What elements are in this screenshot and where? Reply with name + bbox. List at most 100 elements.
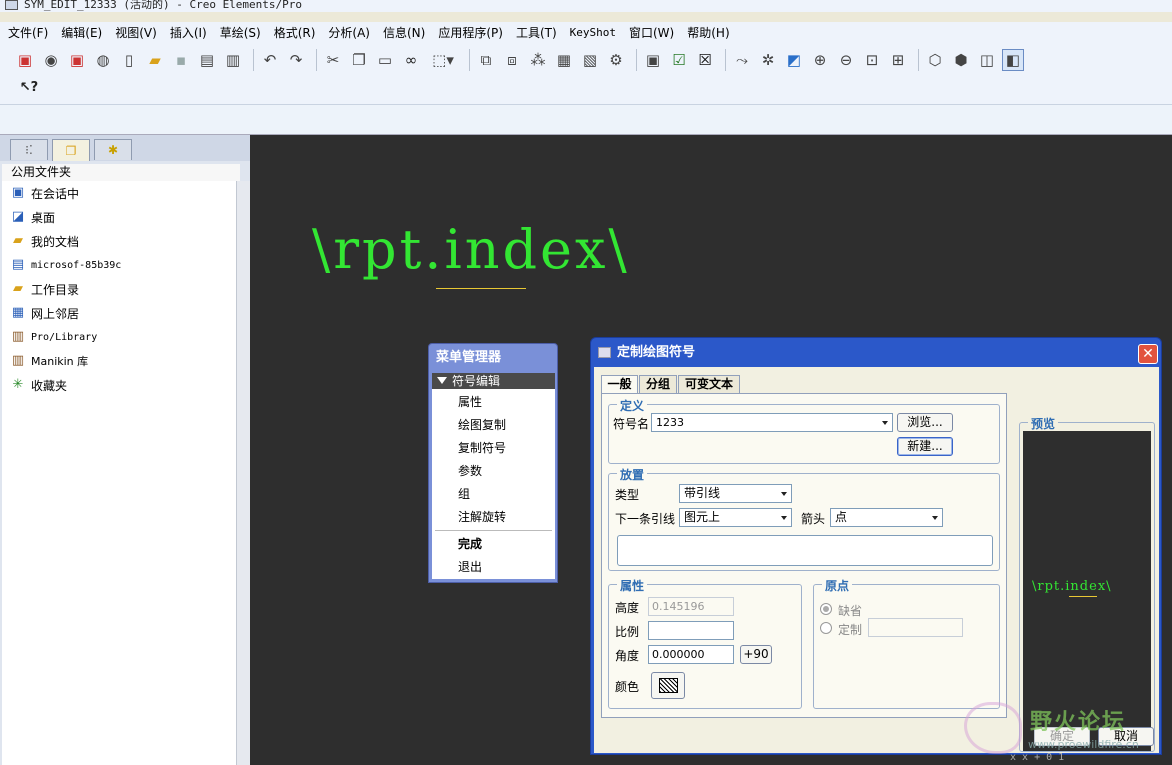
menu-insert[interactable]: 插入(I) (170, 24, 207, 41)
custom-origin-field[interactable] (868, 618, 963, 637)
binoculars-icon[interactable]: ∞ (400, 49, 422, 71)
submenu-symbol-edit[interactable]: 符号编辑 (432, 373, 555, 389)
menu-item-parameters[interactable]: 参数 (458, 462, 482, 479)
open-icon[interactable]: ◉ (40, 49, 62, 71)
cut-icon[interactable]: ✂ (322, 49, 344, 71)
symbol-name-select[interactable]: 1233 (651, 413, 893, 432)
param-icon[interactable]: ▧ (579, 49, 601, 71)
arrow-value: 点 (835, 510, 848, 524)
folder-browser-tab[interactable]: ❐ (52, 139, 90, 161)
folder-item-in-session[interactable]: ▣ 在会话中 (10, 183, 79, 203)
plus90-button[interactable]: +90 (740, 645, 772, 664)
folder-item-label: 网上邻居 (31, 306, 80, 321)
tab-variable-text[interactable]: 可变文本 (678, 375, 740, 393)
zoom-in-icon[interactable]: ⊕ (809, 49, 831, 71)
paste-icon[interactable]: ▭ (374, 49, 396, 71)
new-drawing-icon[interactable]: ▣ (14, 49, 36, 71)
menu-applications[interactable]: 应用程序(P) (438, 24, 503, 41)
menu-info[interactable]: 信息(N) (383, 24, 425, 41)
menu-help[interactable]: 帮助(H) (687, 24, 729, 41)
wireframe-icon[interactable]: ⬡ (924, 49, 946, 71)
menu-window[interactable]: 窗口(W) (629, 24, 674, 41)
zoom-out-icon[interactable]: ⊖ (835, 49, 857, 71)
model-tree-tab[interactable]: ⁝⁚ (10, 139, 48, 160)
sketch-icon[interactable]: ⤳ (731, 49, 753, 71)
folder-item-computer[interactable]: ▤ microsof-85b39c (10, 255, 121, 275)
whats-this-icon[interactable]: ↖? (18, 76, 40, 98)
window-icon[interactable]: ▣ (642, 49, 664, 71)
computer-icon: ▤ (11, 257, 25, 272)
folder-item-favorites[interactable]: ✳ 收藏夹 (10, 375, 67, 395)
layer-icon[interactable]: ▦ (553, 49, 575, 71)
undo-icon[interactable]: ↶ (259, 49, 281, 71)
type-select[interactable]: 带引线 (679, 484, 792, 503)
arrow-select[interactable]: 点 (830, 508, 943, 527)
menu-file[interactable]: 文件(F) (8, 24, 48, 41)
new-file-icon[interactable]: ▯ (118, 49, 140, 71)
symbol-name-value: 1233 (656, 416, 684, 429)
menu-edit[interactable]: 编辑(E) (61, 24, 102, 41)
save-icon[interactable]: ▣ (66, 49, 88, 71)
height-field[interactable]: 0.145196 (648, 597, 734, 616)
angle-field[interactable]: 0.000000 (648, 645, 734, 664)
menu-item-attributes[interactable]: 属性 (458, 393, 482, 410)
repaint-icon[interactable]: ◩ (783, 49, 805, 71)
menu-item-done[interactable]: 完成 (458, 535, 482, 552)
custom-origin-radio[interactable] (820, 622, 832, 634)
work-dir-icon: ▰ (13, 281, 23, 296)
save-copy-icon[interactable]: ▤ (196, 49, 218, 71)
tab-grouping[interactable]: 分组 (639, 375, 677, 393)
menu-item-drawing-copy[interactable]: 绘图复制 (458, 416, 506, 433)
menu-item-note-rotate[interactable]: 注解旋转 (458, 508, 506, 525)
angle-label: 角度 (615, 649, 640, 663)
folder-item-work-dir[interactable]: ▰ 工作目录 (10, 279, 79, 299)
menu-item-quit[interactable]: 退出 (458, 558, 482, 575)
feature-icon[interactable]: ⧉ (475, 49, 497, 71)
activate-icon[interactable]: ☑ (668, 49, 690, 71)
orient-icon[interactable]: ⊞ (887, 49, 909, 71)
next-leader-select[interactable]: 图元上 (679, 508, 792, 527)
browse-button[interactable]: 浏览... (897, 413, 953, 432)
scale-field[interactable] (648, 621, 734, 640)
folder-item-network[interactable]: ▦ 网上邻居 (10, 303, 79, 323)
menu-item-group[interactable]: 组 (458, 485, 470, 502)
save-disk-icon[interactable]: ▪ (170, 49, 192, 71)
menu-sketch[interactable]: 草绘(S) (220, 24, 261, 41)
hidden-line-icon[interactable]: ⬢ (950, 49, 972, 71)
menu-tools[interactable]: 工具(T) (516, 24, 557, 41)
printer-icon[interactable]: ▥ (222, 49, 244, 71)
select-box-icon[interactable]: ⬚▾ (426, 49, 460, 71)
menu-keyshot[interactable]: KeyShot (570, 26, 616, 39)
folder-item-desktop[interactable]: ◪ 桌面 (10, 207, 55, 227)
relations-icon[interactable]: ⚙ (605, 49, 627, 71)
no-hidden-icon[interactable]: ◫ (976, 49, 998, 71)
regenerate-icon[interactable]: ⧈ (501, 49, 523, 71)
folder-open-icon[interactable]: ▰ (144, 49, 166, 71)
watermark-text: 野火论坛 (1030, 710, 1127, 735)
definition-group-label: 定义 (617, 397, 648, 414)
print-icon[interactable]: ◍ (92, 49, 114, 71)
new-button[interactable]: 新建... (897, 437, 953, 456)
placement-display-field[interactable] (617, 535, 993, 566)
tab-general[interactable]: 一般 (601, 375, 638, 394)
copy-icon[interactable]: ❐ (348, 49, 370, 71)
close-window-icon[interactable]: ☒ (694, 49, 716, 71)
favorites-tab[interactable]: ✱ (94, 139, 132, 160)
menu-format[interactable]: 格式(R) (274, 24, 316, 41)
menu-item-copy-symbol[interactable]: 复制符号 (458, 439, 506, 456)
default-origin-radio[interactable] (820, 603, 832, 615)
tree-icon[interactable]: ⁂ (527, 49, 549, 71)
color-button[interactable] (651, 672, 685, 699)
redo-icon[interactable]: ↷ (285, 49, 307, 71)
shading-icon[interactable]: ◧ (1002, 49, 1024, 71)
folder-item-manikin[interactable]: ▥ Manikin 库 (10, 351, 88, 371)
menu-view[interactable]: 视图(V) (115, 24, 157, 41)
dimension-icon[interactable]: ✲ (757, 49, 779, 71)
folder-item-pro-library[interactable]: ▥ Pro/Library (10, 327, 97, 347)
refit-icon[interactable]: ⊡ (861, 49, 883, 71)
navigator-scrollbar[interactable] (236, 181, 250, 765)
folder-item-my-documents[interactable]: ▰ 我的文档 (10, 231, 79, 251)
menu-analysis[interactable]: 分析(A) (328, 24, 370, 41)
close-icon[interactable]: ✕ (1138, 344, 1158, 364)
folder-item-label: 工作目录 (31, 282, 80, 297)
